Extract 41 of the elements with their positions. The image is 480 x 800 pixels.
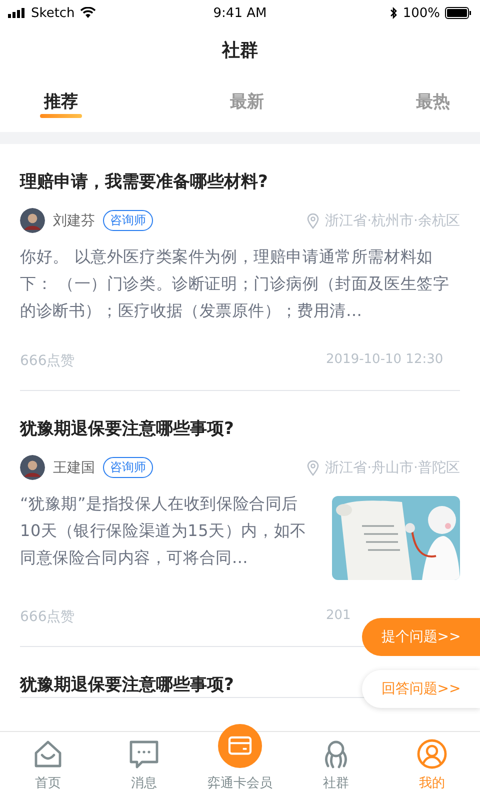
nav-item[interactable]: 我的 bbox=[384, 732, 480, 800]
location-pin-icon bbox=[307, 212, 320, 228]
post-title[interactable]: 理赔申请，我需要准备哪些材料? bbox=[20, 170, 268, 194]
signal-icon bbox=[8, 8, 26, 18]
nav-item[interactable]: 弈通卡会员 bbox=[192, 716, 288, 800]
location-pin-icon bbox=[307, 460, 320, 476]
page-title: 社群 bbox=[220, 39, 259, 63]
nav-item[interactable]: 消息 bbox=[96, 732, 192, 800]
message-icon bbox=[128, 738, 160, 770]
avatar-icon bbox=[20, 208, 45, 233]
post-excerpt: “犹豫期”是指投保人在收到保险合同后10天（银行保险渠道为15天）内，如不同意保险合同内容，可将合同… bbox=[20, 493, 308, 569]
post-title[interactable]: 犹豫期退保要注意哪些事项? bbox=[20, 417, 234, 441]
carrier-name: Sketch bbox=[31, 6, 75, 20]
avatar-icon bbox=[20, 455, 45, 480]
tab[interactable]: 最新 bbox=[226, 86, 268, 116]
post-title[interactable]: 犹豫期退保要注意哪些事项? bbox=[20, 673, 234, 697]
role-tag: 咨询师 bbox=[103, 457, 153, 478]
post-date: 201 bbox=[326, 608, 352, 625]
answer-question-button[interactable]: 回答问题>> bbox=[362, 670, 480, 708]
home-icon bbox=[32, 738, 64, 770]
battery-icon bbox=[445, 7, 472, 19]
tab[interactable]: 推荐 bbox=[40, 86, 82, 116]
battery-percent: 100% bbox=[402, 6, 440, 20]
like-count: 666点赞 bbox=[20, 352, 75, 370]
like-count: 666点赞 bbox=[20, 608, 75, 626]
location-text: 浙江省·杭州市·余杭区 bbox=[325, 212, 460, 230]
nav-item[interactable]: 首页 bbox=[0, 732, 96, 800]
location-text: 浙江省·舟山市·普陀区 bbox=[325, 458, 460, 476]
role-tag: 咨询师 bbox=[103, 210, 153, 231]
nav-item[interactable]: 社群 bbox=[288, 732, 384, 800]
profile-icon bbox=[416, 738, 448, 770]
post-excerpt: 你好。 以意外医疗类案件为例，理赔申请通常所需材料如下： （一）门诊类。诊断证明；门诊病例（封面及医生签字的诊断书）；医疗收据（发票原件）；费用清… bbox=[20, 246, 450, 322]
author-name: 王建国 bbox=[53, 458, 95, 476]
bluetooth-icon bbox=[390, 7, 398, 19]
tab[interactable]: 最热 bbox=[412, 86, 454, 116]
ask-question-button[interactable]: 提个问题>> bbox=[362, 618, 480, 656]
status-time: 9:41 AM bbox=[213, 6, 267, 20]
author-name: 刘建芬 bbox=[53, 212, 95, 230]
wifi-icon bbox=[80, 7, 96, 19]
post-date: 2019-10-10 12:30 bbox=[326, 352, 444, 369]
tab-underline bbox=[40, 114, 82, 118]
